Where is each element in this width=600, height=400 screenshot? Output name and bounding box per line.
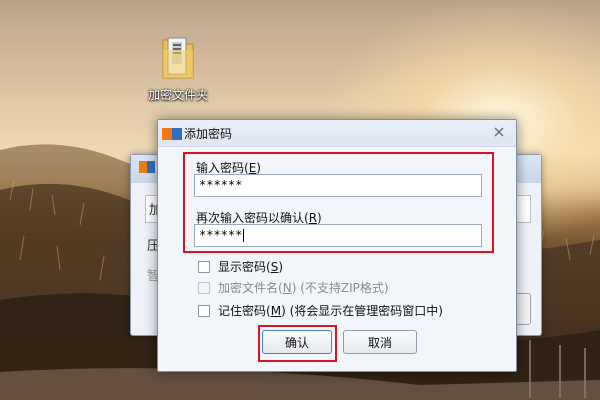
checkbox-box[interactable] — [198, 304, 210, 317]
add-password-dialog: 添加密码 输入密码(E) ****** 再次输入密码以确认(R) ****** … — [157, 119, 517, 372]
encrypt-filename-checkbox[interactable]: 加密文件名(N) (不支持ZIP格式) — [198, 279, 389, 296]
desktop-icon-label: 加密文件夹 — [147, 88, 208, 102]
app-logo-icon — [162, 128, 182, 140]
remember-password-checkbox[interactable]: 记住密码(M) (将会显示在管理密码窗口中) — [198, 302, 443, 319]
checkbox-label: 加密文件名(N) (不支持ZIP格式) — [218, 281, 389, 295]
background-window-right-button — [515, 293, 531, 325]
background-window-logo-icon — [139, 161, 155, 173]
encrypted-folder-icon — [159, 34, 197, 80]
dialog-title: 添加密码 — [184, 127, 233, 141]
checkbox-label: 记住密码(M) (将会显示在管理密码窗口中) — [218, 304, 443, 318]
checkbox-box[interactable] — [198, 260, 210, 273]
checkbox-label: 显示密码(S) — [218, 260, 284, 274]
show-password-checkbox[interactable]: 显示密码(S) — [198, 258, 283, 275]
background-window-right-field — [515, 195, 531, 223]
password-input[interactable]: ****** — [194, 174, 482, 197]
dialog-titlebar: 添加密码 — [158, 120, 516, 147]
desktop-folder-shortcut[interactable]: 加密文件夹 — [143, 34, 213, 103]
cancel-button[interactable]: 取消 — [343, 330, 417, 354]
confirm-button[interactable]: 确认 — [262, 330, 332, 354]
close-icon[interactable] — [492, 125, 506, 139]
confirm-password-input[interactable]: ****** — [194, 224, 482, 247]
checkbox-box[interactable] — [198, 281, 210, 294]
text-caret — [243, 229, 245, 242]
